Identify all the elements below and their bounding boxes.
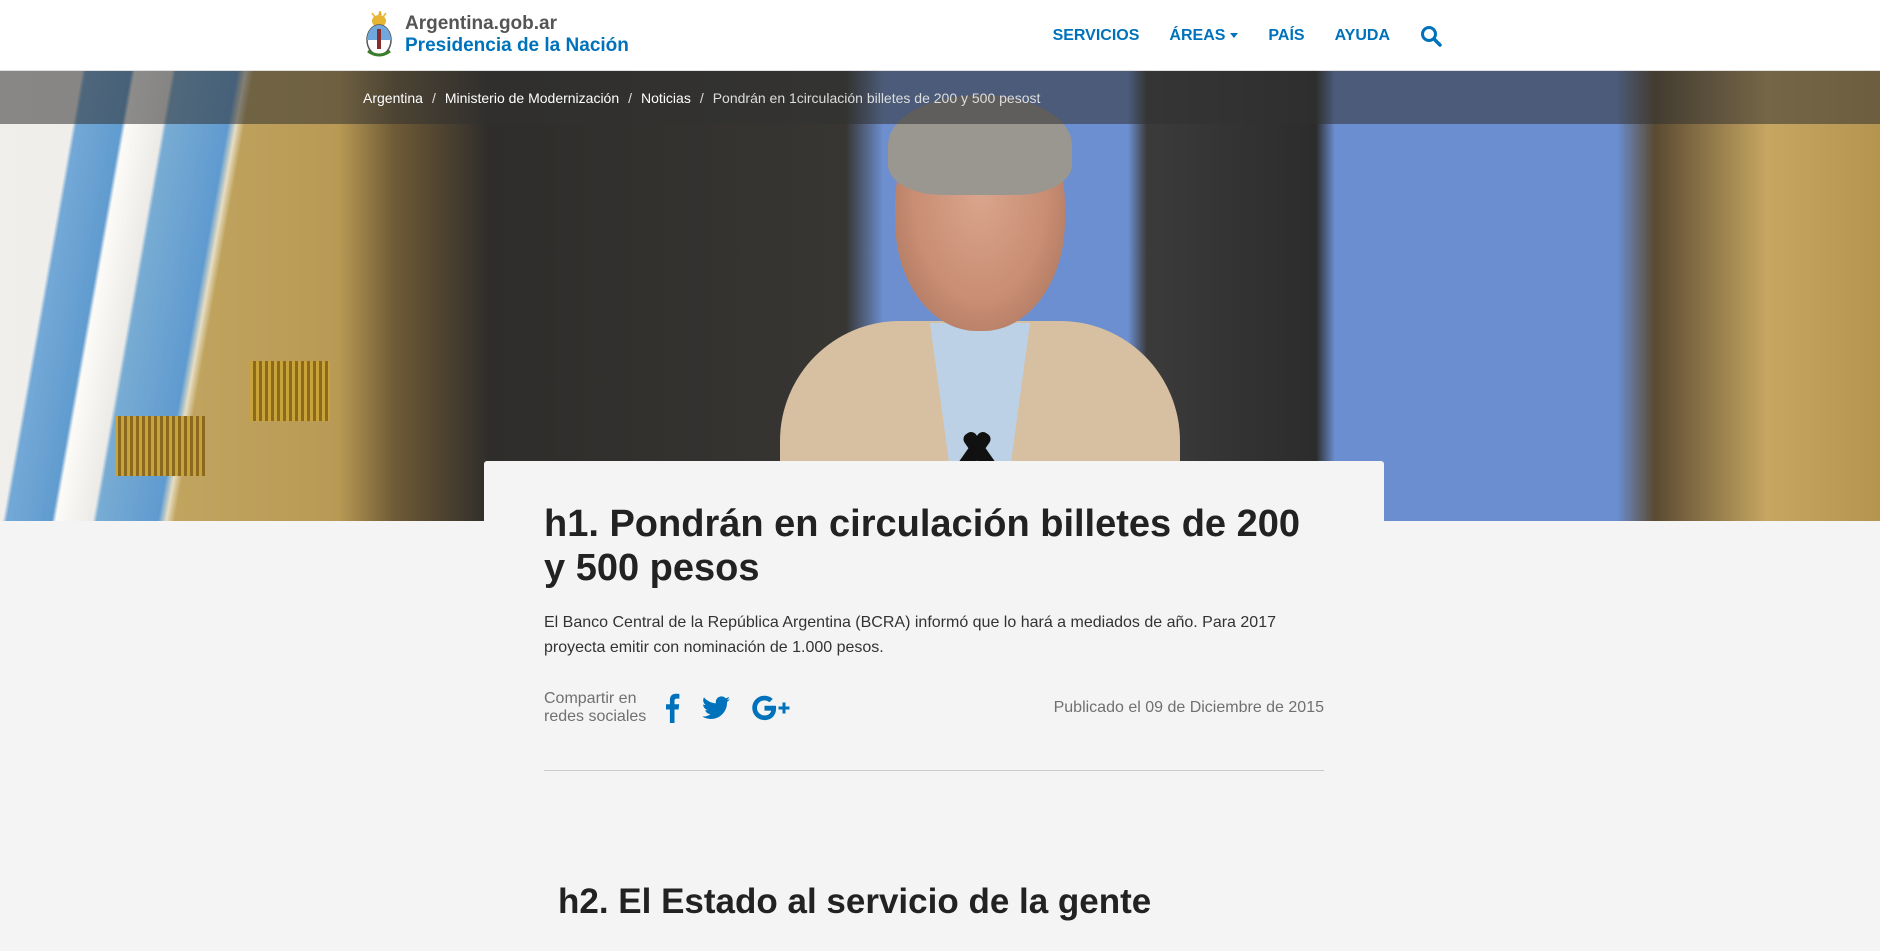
logo-presidency: Presidencia de la Nación: [405, 35, 629, 56]
top-navigation-bar: Argentina.gob.ar Presidencia de la Nació…: [0, 0, 1880, 71]
speaker-photo: [760, 95, 1180, 521]
page-title: h1. Pondrán en circulación billetes de 2…: [544, 503, 1301, 590]
breadcrumb-current: Pondrán en 1circulación billetes de 200 …: [712, 89, 1041, 106]
site-logo[interactable]: Argentina.gob.ar Presidencia de la Nació…: [363, 10, 629, 59]
breadcrumb-separator: /: [699, 89, 704, 106]
share-bar: Compartir en redes sociales Publicado el…: [544, 690, 1324, 730]
breadcrumb-separator: /: [431, 89, 436, 106]
breadcrumb-noticias[interactable]: Noticias: [641, 90, 691, 106]
published-date: Publicado el 09 de Diciembre de 2015: [1053, 699, 1324, 716]
section-heading: h2. El Estado al servicio de la gente: [558, 882, 1152, 921]
share-label: Compartir en redes sociales: [544, 690, 646, 727]
nav-pais[interactable]: PAÍS: [1268, 27, 1304, 45]
flag-fringe-graphic: [250, 361, 330, 421]
twitter-icon[interactable]: [702, 693, 730, 723]
nav-areas-dropdown[interactable]: ÁREAS: [1169, 26, 1239, 45]
breadcrumb-separator: /: [628, 89, 633, 106]
hero-image: [0, 71, 1880, 521]
share-icons: [664, 693, 814, 723]
share-label-line1: Compartir en: [544, 690, 637, 707]
logo-text: Argentina.gob.ar Presidencia de la Nació…: [405, 13, 629, 57]
logo-domain: Argentina.gob.ar: [405, 13, 558, 35]
search-icon[interactable]: [1420, 25, 1442, 47]
facebook-icon[interactable]: [664, 693, 680, 723]
main-nav: SERVICIOS ÁREAS PAÍS AYUDA: [1023, 0, 1442, 71]
coat-of-arms-icon: [363, 10, 395, 59]
nav-servicios[interactable]: SERVICIOS: [1053, 27, 1140, 45]
breadcrumb-argentina[interactable]: Argentina: [363, 90, 423, 106]
caret-down-icon: [1230, 33, 1239, 38]
nav-ayuda[interactable]: AYUDA: [1335, 27, 1390, 45]
section-divider: [544, 770, 1324, 771]
article-lead: El Banco Central de la República Argenti…: [544, 613, 1276, 656]
breadcrumb-ministerio[interactable]: Ministerio de Modernización: [445, 90, 619, 106]
nav-areas-label: ÁREAS: [1169, 26, 1226, 44]
article-header: h1. Pondrán en circulación billetes de 2…: [544, 502, 1324, 661]
flag-fringe-graphic: [115, 416, 205, 476]
breadcrumb: Argentina / Ministerio de Modernización …: [0, 71, 1880, 124]
google-plus-icon[interactable]: [752, 693, 792, 723]
share-label-line2: redes sociales: [544, 708, 647, 726]
